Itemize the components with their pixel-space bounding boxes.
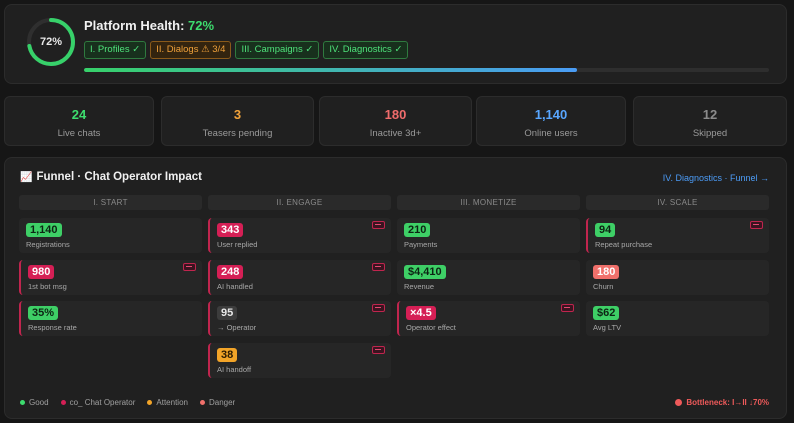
stage-badge[interactable]: I. Profiles ✓ <box>84 41 147 59</box>
operator-tag-icon <box>372 221 385 229</box>
platform-health-panel: 72% Platform Health: 72% I. Profiles ✓ II… <box>4 4 787 84</box>
funnel-title: 📈 Funnel · Chat Operator Impact <box>20 171 202 183</box>
stat-card[interactable]: 1,140 Online users <box>476 96 626 146</box>
legend-dot-icon <box>20 400 25 405</box>
metric-label: User replied <box>217 240 258 249</box>
operator-tag-icon <box>372 304 385 312</box>
operator-tag-icon <box>183 262 196 271</box>
legend-item: Attention <box>147 398 188 407</box>
legend-dot-icon <box>147 400 153 405</box>
column-header: IV. SCALE <box>586 195 769 210</box>
stat-label: Live chats <box>57 128 101 139</box>
metric-card[interactable]: 95 → Operator <box>208 301 391 336</box>
metric-value: ×4.5 <box>406 306 436 320</box>
bottleneck-indicator: Bottleneck: I→II ↓70% <box>675 398 769 407</box>
stat-value: 1,140 <box>534 107 568 122</box>
metric-label: Repeat purchase <box>595 240 653 249</box>
legend-item: Good <box>20 398 49 407</box>
metric-card[interactable]: 248 AI handled <box>208 259 391 295</box>
legend-item: Danger <box>199 398 236 407</box>
metric-label: Response rate <box>28 323 77 332</box>
stat-card[interactable]: 24 Live chats <box>4 96 154 146</box>
bottleneck-dot-icon <box>675 399 683 406</box>
operator-tag-icon <box>750 221 763 229</box>
metric-label: Registrations <box>26 240 70 249</box>
metric-label: AI handled <box>217 281 253 291</box>
metric-card[interactable]: $4,410 Revenue <box>397 259 580 295</box>
legend-dot-icon <box>60 400 66 405</box>
metric-value: 38 <box>217 347 238 362</box>
stage-badges: I. Profiles ✓ II. Dialogs ⚠ 3/4 III. Campa… <box>84 41 409 59</box>
operator-tag-icon <box>561 304 574 312</box>
legend-label: Danger <box>208 398 236 407</box>
legend-label: Good <box>29 398 49 407</box>
stat-card[interactable]: 3 Teasers pending <box>161 96 314 146</box>
stat-value: 180 <box>384 107 407 122</box>
stat-label: Teasers pending <box>202 128 273 139</box>
metric-value: 180 <box>593 264 620 279</box>
metric-label: 1st bot msg <box>28 281 67 291</box>
stage-badge[interactable]: II. Dialogs ⚠ 3/4 <box>150 41 232 59</box>
metric-label: Revenue <box>404 281 435 291</box>
legend-label: co_ Chat Operator <box>69 398 136 407</box>
metric-value: 980 <box>28 264 55 279</box>
stage-badge[interactable]: III. Campaigns ✓ <box>235 41 320 59</box>
metric-value: 248 <box>217 264 244 279</box>
diagnostics-funnel-link[interactable]: IV. Diagnostics · Funnel → <box>663 173 769 183</box>
metric-value: 343 <box>217 223 244 237</box>
metric-value: 95 <box>217 306 238 320</box>
health-percent: 72% <box>39 36 63 48</box>
metric-value: 210 <box>404 223 431 237</box>
metric-card[interactable]: 343 User replied <box>208 218 391 253</box>
legend-item: co_ Chat Operator <box>60 398 136 407</box>
metric-value: 1,140 <box>26 223 62 237</box>
legend-label: Attention <box>156 398 188 407</box>
metric-label: Churn <box>593 281 614 291</box>
metric-card[interactable]: $62 Avg LTV <box>586 301 769 336</box>
metric-card[interactable]: 210 Payments <box>397 218 580 253</box>
legend-dot-icon <box>199 400 205 405</box>
metric-label: AI handoff <box>217 364 252 374</box>
chart-icon: 📈 <box>20 172 33 183</box>
metric-card[interactable]: 94 Repeat purchase <box>586 218 769 253</box>
metric-card[interactable]: 1,140 Registrations <box>19 218 202 253</box>
operator-tag-icon <box>372 262 385 271</box>
metric-card[interactable]: 35% Response rate <box>19 301 202 336</box>
metric-label: → Operator <box>217 323 257 332</box>
metric-card[interactable]: ×4.5 Operator effect <box>397 301 580 336</box>
metric-label: Avg LTV <box>593 323 622 332</box>
column-header: II. ENGAGE <box>208 195 391 210</box>
metric-card[interactable]: 180 Churn <box>586 259 769 295</box>
operator-tag-icon <box>372 345 385 354</box>
metric-value: 35% <box>28 306 59 320</box>
legend: Good co_ Chat Operator Attention Danger <box>20 398 235 407</box>
metric-card[interactable]: 980 1st bot msg <box>19 259 202 295</box>
column-header: I. START <box>19 195 202 210</box>
metric-value: 94 <box>595 223 616 237</box>
stat-label: Online users <box>524 128 578 139</box>
health-progress <box>84 68 769 72</box>
stat-label: Inactive 3d+ <box>369 128 422 139</box>
metric-card[interactable]: 38 AI handoff <box>208 342 391 378</box>
stat-value: 24 <box>71 107 87 122</box>
column-header: III. MONETIZE <box>397 195 580 210</box>
stat-value: 12 <box>702 107 718 122</box>
stat-card[interactable]: 12 Skipped <box>633 96 787 146</box>
metric-value: $62 <box>593 306 620 320</box>
metric-label: Operator effect <box>406 323 456 332</box>
health-progress-fill <box>84 68 578 72</box>
stat-label: Skipped <box>692 128 728 139</box>
stat-card[interactable]: 180 Inactive 3d+ <box>319 96 472 146</box>
stage-badge[interactable]: IV. Diagnostics ✓ <box>323 41 409 59</box>
metric-value: $4,410 <box>404 264 446 279</box>
funnel-panel: 📈 Funnel · Chat Operator Impact IV. Diagn… <box>4 157 787 419</box>
health-title: Platform Health: 72% <box>84 18 215 33</box>
stat-value: 3 <box>233 107 242 122</box>
metric-label: Payments <box>404 240 438 249</box>
